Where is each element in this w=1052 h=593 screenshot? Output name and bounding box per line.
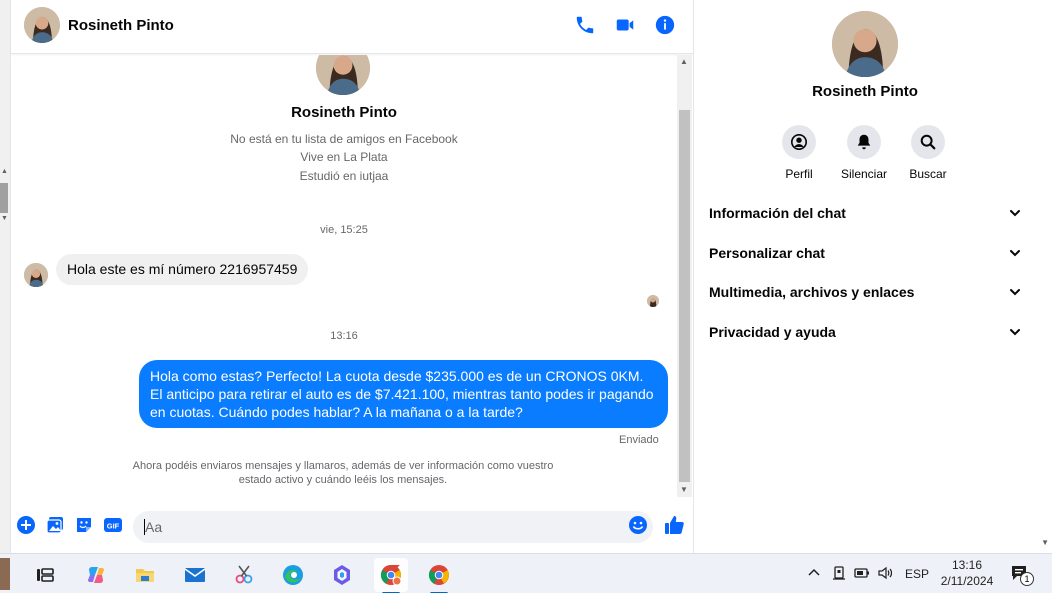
scroll-down-arrow-icon[interactable]: ▼ — [1041, 538, 1049, 547]
clock-date: 2/11/2024 — [940, 574, 994, 588]
chevron-down-icon — [1008, 246, 1022, 260]
search-action-label: Buscar — [909, 167, 947, 181]
windows-taskbar: ESP 13:16 2/11/2024 1 — [0, 553, 1052, 593]
plus-icon[interactable] — [16, 515, 36, 535]
contact-avatar[interactable] — [24, 7, 60, 43]
connection-notice: Ahora podéis enviaros mensajes y llamaro… — [132, 460, 554, 486]
battery-icon[interactable] — [854, 565, 870, 584]
notification-center-button[interactable]: 1 — [1010, 564, 1036, 586]
clock-time: 13:16 — [951, 558, 983, 572]
profile-education: Estudió en iutjaa — [299, 169, 389, 183]
messenger-window: ▲ ▼ Rosineth Pinto Rosineth Pinto No est… — [0, 0, 1052, 593]
search-action-button[interactable]: Buscar — [888, 125, 968, 181]
chevron-up-icon[interactable] — [806, 565, 822, 584]
bell-icon — [857, 134, 871, 150]
like-thumb-icon[interactable] — [663, 514, 685, 536]
chrome-icon[interactable] — [422, 558, 456, 593]
meet-now-icon[interactable] — [831, 565, 847, 584]
seen-indicator-avatar — [647, 295, 659, 307]
profile-icon — [790, 133, 808, 151]
search-icon — [920, 134, 936, 150]
info-avatar[interactable] — [832, 11, 898, 77]
copilot-app-icon[interactable] — [325, 558, 359, 592]
profile-name: Rosineth Pinto — [291, 104, 397, 121]
video-call-icon[interactable] — [614, 14, 636, 36]
profile-location: Vive en La Plata — [300, 150, 388, 164]
message-input[interactable] — [133, 511, 653, 543]
info-contact-name: Rosineth Pinto — [812, 83, 918, 100]
chat-header: Rosineth Pinto — [11, 0, 693, 54]
edge-icon[interactable] — [276, 558, 310, 592]
scrollbar-thumb[interactable] — [0, 183, 8, 213]
chevron-down-icon — [1008, 285, 1022, 299]
message-list[interactable]: Rosineth Pinto No está en tu lista de am… — [11, 55, 677, 497]
scroll-up-arrow-icon[interactable]: ▲ — [1, 168, 8, 175]
message-composer: GIF — [11, 505, 693, 549]
sent-status: Enviado — [619, 434, 659, 446]
section-media-files-links[interactable]: Multimedia, archivos y enlaces — [709, 280, 1022, 304]
snipping-tool-icon[interactable] — [227, 558, 261, 592]
taskbar-clock[interactable]: 13:16 2/11/2024 — [930, 557, 1004, 589]
contact-name[interactable]: Rosineth Pinto — [68, 17, 174, 34]
section-title: Personalizar chat — [709, 245, 825, 261]
scroll-down-arrow-icon[interactable]: ▼ — [680, 485, 688, 494]
file-explorer-icon[interactable] — [128, 558, 162, 592]
chat-info-panel: Rosineth Pinto Perfil Silenciar Buscar I… — [693, 0, 1052, 553]
chrome-profile-icon[interactable] — [374, 558, 408, 593]
scrollbar-thumb[interactable] — [679, 110, 690, 482]
chat-scrollbar[interactable]: ▲ ▼ — [677, 55, 692, 497]
gif-icon[interactable]: GIF — [103, 515, 123, 535]
notification-count-badge: 1 — [1020, 572, 1034, 586]
copilot-icon[interactable] — [79, 558, 113, 592]
chevron-down-icon — [1008, 325, 1022, 339]
mail-icon[interactable] — [178, 558, 212, 592]
section-title: Información del chat — [709, 205, 846, 221]
left-scrollbar[interactable]: ▲ ▼ — [0, 0, 11, 553]
phone-call-icon[interactable] — [574, 14, 596, 36]
scroll-up-arrow-icon[interactable]: ▲ — [680, 57, 688, 66]
section-privacy-help[interactable]: Privacidad y ayuda — [709, 320, 1022, 344]
language-indicator[interactable]: ESP — [905, 567, 929, 581]
profile-avatar[interactable] — [316, 55, 370, 95]
window-thumbnail[interactable] — [0, 558, 10, 590]
photo-icon[interactable] — [45, 515, 65, 535]
chevron-down-icon — [1008, 206, 1022, 220]
section-title: Multimedia, archivos y enlaces — [709, 284, 915, 300]
section-customize-chat[interactable]: Personalizar chat — [709, 241, 1022, 265]
message-timestamp: 13:16 — [330, 330, 358, 342]
incoming-message-bubble[interactable]: Hola este es mí número 2216957459 — [56, 254, 309, 285]
outgoing-message-bubble[interactable]: Hola como estas? Perfecto! La cuota desd… — [139, 360, 668, 428]
info-icon[interactable] — [654, 14, 676, 36]
section-title: Privacidad y ayuda — [709, 324, 836, 340]
volume-icon[interactable] — [877, 565, 893, 584]
profile-friend-status: No está en tu lista de amigos en Faceboo… — [230, 132, 458, 146]
sticker-icon[interactable] — [74, 515, 94, 535]
chat-column: Rosineth Pinto Rosineth Pinto No está en… — [11, 0, 693, 553]
task-view-icon[interactable] — [28, 558, 62, 592]
emoji-icon[interactable] — [628, 515, 648, 535]
section-chat-info[interactable]: Información del chat — [709, 201, 1022, 225]
message-timestamp: vie, 15:25 — [320, 224, 368, 236]
gif-label: GIF — [107, 522, 120, 531]
scroll-down-arrow-icon[interactable]: ▼ — [1, 215, 8, 222]
text-caret — [144, 519, 145, 535]
sender-avatar[interactable] — [24, 263, 48, 287]
